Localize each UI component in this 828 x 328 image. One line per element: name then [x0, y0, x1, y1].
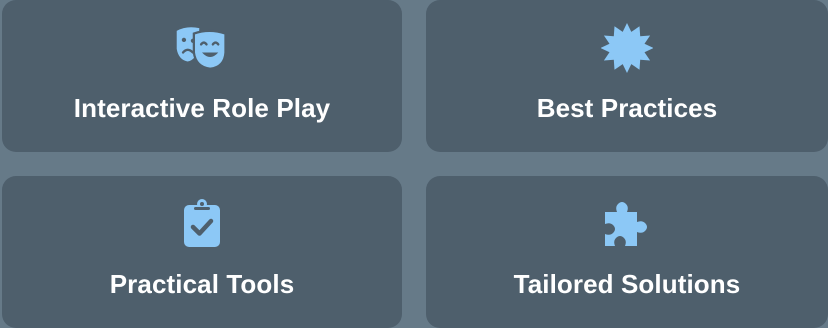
certificate-badge-icon — [599, 22, 655, 74]
card-title: Tailored Solutions — [513, 269, 741, 299]
feature-card-interactive-role-play[interactable]: Interactive Role Play — [2, 0, 402, 152]
clipboard-check-icon — [174, 198, 230, 250]
theater-masks-icon — [174, 22, 230, 74]
card-title: Interactive Role Play — [73, 93, 331, 123]
puzzle-piece-icon — [599, 198, 655, 250]
feature-card-best-practices[interactable]: Best Practices — [426, 0, 828, 152]
feature-card-practical-tools[interactable]: Practical Tools — [2, 176, 402, 328]
card-title: Best Practices — [536, 93, 718, 123]
feature-card-tailored-solutions[interactable]: Tailored Solutions — [426, 176, 828, 328]
card-title: Practical Tools — [109, 269, 295, 299]
